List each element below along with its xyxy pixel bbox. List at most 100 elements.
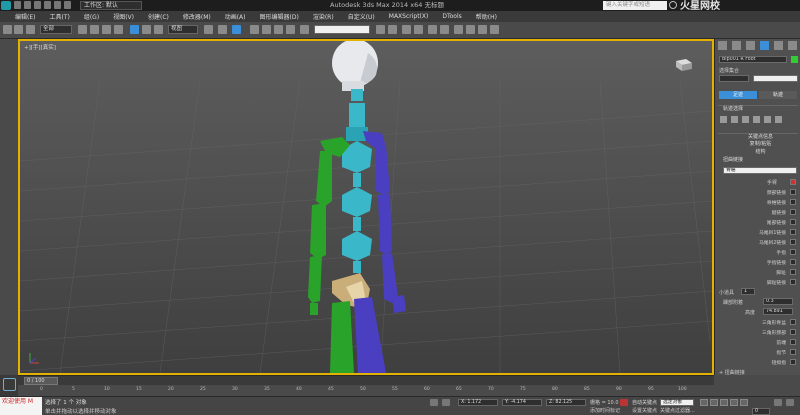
select-object-icon[interactable] (78, 25, 87, 34)
time-slider-track[interactable]: 0 / 100 (18, 375, 714, 385)
angle-snap-icon[interactable] (262, 25, 271, 34)
lock-selection-icon[interactable] (430, 399, 438, 406)
menu-help[interactable]: 帮助(H) (469, 12, 504, 21)
short-thumb-checkbox[interactable] (790, 359, 796, 365)
viewport-perspective[interactable]: +][手][真实] (18, 39, 714, 375)
mini-curve-editor-icon[interactable] (3, 378, 16, 391)
percent-snap-icon[interactable] (274, 25, 283, 34)
create-tab-icon[interactable] (718, 41, 727, 50)
select-rotate-icon[interactable] (142, 25, 151, 34)
toe-links-spinner[interactable] (790, 279, 796, 285)
open-file-icon[interactable] (24, 1, 31, 9)
schematic-view-icon[interactable] (440, 25, 449, 34)
height-field[interactable]: 74.891 (763, 308, 793, 315)
spinner-snap-icon[interactable] (286, 25, 295, 34)
save-file-icon[interactable] (34, 1, 41, 9)
select-scale-icon[interactable] (154, 25, 163, 34)
viewcube-icon[interactable] (672, 55, 694, 73)
finger-links-spinner[interactable] (790, 259, 796, 265)
link-icon[interactable] (26, 25, 35, 34)
fingers-spinner[interactable] (790, 249, 796, 255)
structure-rollout[interactable]: 结构 (718, 149, 798, 156)
bipod-tab[interactable]: 足迹 (719, 91, 757, 99)
rect-selection-icon[interactable] (102, 25, 111, 34)
symmetrical-icon[interactable] (764, 116, 771, 123)
selection-filter-dropdown[interactable]: 全部 (40, 25, 72, 34)
selection-set-dropdown[interactable] (753, 75, 798, 82)
forefeet-checkbox[interactable] (790, 339, 796, 345)
menu-maxscript[interactable]: MAXScript(X) (382, 13, 436, 20)
rendered-frame-icon[interactable] (478, 25, 487, 34)
biped-right-leg[interactable] (354, 297, 386, 373)
named-selection-dropdown[interactable] (314, 25, 370, 34)
search-icon[interactable] (669, 1, 677, 9)
menu-group[interactable]: 组(G) (77, 12, 106, 21)
current-frame-field[interactable]: 0 (752, 408, 770, 415)
knuckles-checkbox[interactable] (790, 349, 796, 355)
motion-tab-icon[interactable] (760, 41, 769, 50)
graphite-toggle-icon[interactable] (414, 25, 423, 34)
undo-icon[interactable] (3, 25, 12, 34)
spine-links-spinner[interactable] (790, 199, 796, 205)
menu-tools[interactable]: 工具(T) (42, 12, 76, 21)
ankle-attach-field[interactable]: 0.3 (763, 298, 793, 305)
keyboard-shortcut-icon[interactable] (232, 25, 241, 34)
app-logo-icon[interactable] (1, 1, 11, 10)
select-move-icon[interactable] (130, 25, 139, 34)
utilities-tab-icon[interactable] (788, 41, 797, 50)
next-frame-icon[interactable] (730, 399, 738, 406)
menu-dtools[interactable]: DTools (435, 13, 468, 20)
biped-left-leg[interactable] (330, 301, 354, 373)
lock-cog-icon[interactable] (753, 116, 760, 123)
select-by-name-icon[interactable] (90, 25, 99, 34)
render-setup-icon[interactable] (466, 25, 475, 34)
object-color-swatch[interactable] (791, 56, 798, 63)
maxscript-mini-listener[interactable]: 欢迎使用 M (0, 397, 42, 415)
neck-links-spinner[interactable] (790, 189, 796, 195)
body-rotation-icon[interactable] (742, 116, 749, 123)
twist-links-rollout[interactable]: 扭曲链接 (718, 157, 798, 164)
redo-icon[interactable] (54, 1, 61, 9)
z-coordinate-field[interactable]: Z: 82.125 (546, 399, 586, 406)
set-key-button[interactable]: 设置关键点 (632, 407, 657, 414)
body-type-dropdown[interactable]: 骨骼 (723, 167, 797, 174)
layer-manager-icon[interactable] (402, 25, 411, 34)
modify-tab-icon[interactable] (732, 41, 741, 50)
time-slider-thumb[interactable]: 0 / 100 (24, 377, 58, 385)
display-tab-icon[interactable] (774, 41, 783, 50)
menu-create[interactable]: 创建(C) (141, 12, 176, 21)
menu-rendering[interactable]: 渲染(R) (306, 12, 341, 21)
goto-start-icon[interactable] (700, 399, 708, 406)
y-coordinate-field[interactable]: Y: -4.174 (502, 399, 542, 406)
ponytail1-spinner[interactable] (790, 229, 796, 235)
toes-spinner[interactable] (790, 269, 796, 275)
copy-paste-rollout[interactable]: 复制/粘贴 (718, 141, 798, 148)
menu-edit[interactable]: 编辑(E) (8, 12, 42, 21)
workspace-dropdown[interactable]: 工作区: 默认 (80, 1, 142, 10)
key-selection-dropdown[interactable]: 选定对象 (660, 399, 694, 406)
pivot-center-icon[interactable] (204, 25, 213, 34)
align-icon[interactable] (388, 25, 397, 34)
material-editor-icon[interactable] (454, 25, 463, 34)
x-coordinate-field[interactable]: X: 1.172 (458, 399, 498, 406)
add-time-tag[interactable]: 添加时间标记 (590, 407, 620, 414)
body-horizontal-icon[interactable] (720, 116, 727, 123)
goto-end-icon[interactable] (740, 399, 748, 406)
biped-head[interactable] (332, 41, 378, 91)
snap-toggle-icon[interactable] (250, 25, 259, 34)
search-input[interactable]: 键入关键字或短语 (603, 1, 667, 10)
curve-editor-icon[interactable] (428, 25, 437, 34)
orbit-icon[interactable] (786, 399, 794, 406)
biped-spine[interactable] (342, 89, 372, 273)
key-info-rollout[interactable]: 关键点信息 (718, 133, 798, 140)
zoom-icon[interactable] (774, 399, 782, 406)
select-manipulate-icon[interactable] (218, 25, 227, 34)
ponytail2-spinner[interactable] (790, 239, 796, 245)
render-production-icon[interactable] (490, 25, 499, 34)
selection-set-name[interactable] (719, 75, 749, 82)
key-filters-button[interactable]: 关键点过滤器... (660, 407, 695, 414)
leg-links-spinner[interactable] (790, 209, 796, 215)
prev-frame-icon[interactable] (710, 399, 718, 406)
set-key-icon[interactable] (620, 399, 628, 406)
body-vertical-icon[interactable] (731, 116, 738, 123)
